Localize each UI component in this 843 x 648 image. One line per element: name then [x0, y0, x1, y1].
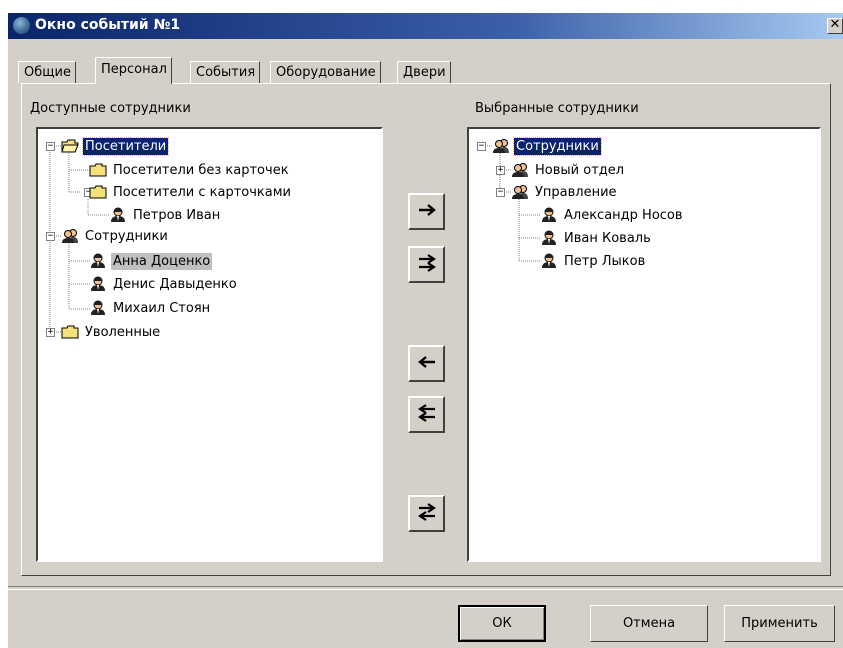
tree-node-label: Сотрудники: [513, 136, 602, 156]
folder-icon: [89, 184, 107, 200]
collapse-toggle[interactable]: −: [477, 142, 486, 151]
tab-events[interactable]: События: [190, 61, 261, 83]
person-icon: [540, 253, 558, 269]
group-icon: [61, 228, 79, 244]
tree-node-label: Посетители: [81, 136, 170, 156]
divider: [8, 586, 843, 590]
person-icon: [540, 230, 558, 246]
tree-node[interactable]: Александр Носов: [540, 204, 685, 226]
collapse-toggle[interactable]: −: [46, 142, 55, 151]
person-icon: [89, 276, 107, 292]
tree-node[interactable]: Новый отдел: [511, 159, 626, 181]
tree-node-label: Александр Носов: [564, 207, 683, 223]
add-all-button[interactable]: [408, 246, 445, 283]
remove-selected-button[interactable]: [408, 345, 445, 382]
selected-employees-label: Выбранные сотрудники: [475, 101, 639, 116]
person-icon: [540, 207, 558, 223]
expand-toggle[interactable]: +: [46, 328, 55, 337]
tree-node[interactable]: Петр Лыков: [540, 250, 647, 272]
tree-node-label: Петр Лыков: [564, 253, 646, 269]
person-icon: [89, 300, 107, 316]
tab-general[interactable]: Общие: [18, 61, 76, 83]
person-icon: [109, 207, 127, 223]
close-button[interactable]: ✕: [827, 18, 843, 34]
folder-icon: [89, 162, 107, 178]
available-employees-tree[interactable]: − − − + Посетители Посетители без карточ…: [36, 127, 383, 562]
swap-arrows-icon: [417, 502, 436, 525]
add-selected-button[interactable]: [408, 193, 445, 230]
available-employees-label: Доступные сотрудники: [30, 101, 191, 116]
tree-node[interactable]: Михаил Стоян: [89, 297, 212, 319]
tree-node[interactable]: Посетители: [61, 135, 170, 157]
tree-node[interactable]: Денис Давыденко: [89, 273, 239, 295]
tree-node-label: Посетители без карточек: [113, 162, 289, 178]
tree-node-label: Новый отдел: [535, 162, 625, 178]
tree-node-label: Анна Доценко: [111, 252, 213, 270]
tree-node-label: Уволенные: [85, 324, 161, 340]
tree-node[interactable]: Управление: [511, 181, 619, 203]
group-icon: [492, 138, 510, 154]
arrow-right-icon: [418, 203, 436, 221]
tree-node[interactable]: Уволенные: [61, 321, 162, 343]
tree-node-label: Сотрудники: [85, 228, 168, 244]
swap-button[interactable]: [408, 495, 445, 532]
ok-button[interactable]: ОК: [458, 605, 546, 642]
collapse-toggle[interactable]: −: [46, 232, 55, 241]
tree-node-label: Посетители с карточками: [113, 184, 291, 200]
tree-node-label: Михаил Стоян: [113, 300, 211, 316]
title-bar[interactable]: Окно событий №1 ✕: [8, 13, 843, 39]
arrow-left-icon: [417, 355, 436, 373]
tree-node-label: Управление: [535, 184, 617, 200]
tree-node-label: Петров Иван: [133, 207, 221, 223]
tree-node-label: Иван Коваль: [564, 230, 651, 246]
window-title: Окно событий №1: [35, 17, 181, 33]
group-icon: [511, 162, 529, 178]
tree-node[interactable]: Анна Доценко: [89, 250, 213, 272]
tree-node[interactable]: Посетители с карточками: [89, 181, 293, 203]
tree-node[interactable]: Посетители без карточек: [89, 159, 291, 181]
dialog-window: Окно событий №1 ✕ Общие Персонал События…: [8, 13, 843, 648]
double-arrow-right-icon: [418, 253, 436, 276]
person-icon: [89, 253, 107, 269]
tree-node[interactable]: Петров Иван: [109, 204, 222, 226]
selected-employees-tree[interactable]: − + − Сотрудники Новый отдел Управление …: [467, 127, 821, 562]
folder-icon: [61, 324, 79, 340]
tab-doors[interactable]: Двери: [397, 61, 451, 83]
cancel-button[interactable]: Отмена: [590, 605, 708, 642]
group-icon: [511, 184, 529, 200]
folder-open-icon: [61, 138, 79, 154]
tab-equipment[interactable]: Оборудование: [270, 61, 381, 83]
tree-node-label: Денис Давыденко: [113, 276, 237, 292]
tab-personnel[interactable]: Персонал: [95, 57, 172, 84]
remove-all-button[interactable]: [408, 396, 445, 433]
tree-node[interactable]: Сотрудники: [492, 135, 602, 157]
tree-node[interactable]: Сотрудники: [61, 225, 170, 247]
double-arrow-left-icon: [417, 403, 436, 426]
tree-node[interactable]: Иван Коваль: [540, 227, 653, 249]
expand-toggle[interactable]: +: [496, 166, 505, 175]
apply-button[interactable]: Применить: [724, 605, 835, 642]
window-icon: [13, 17, 30, 34]
collapse-toggle[interactable]: −: [496, 188, 505, 197]
